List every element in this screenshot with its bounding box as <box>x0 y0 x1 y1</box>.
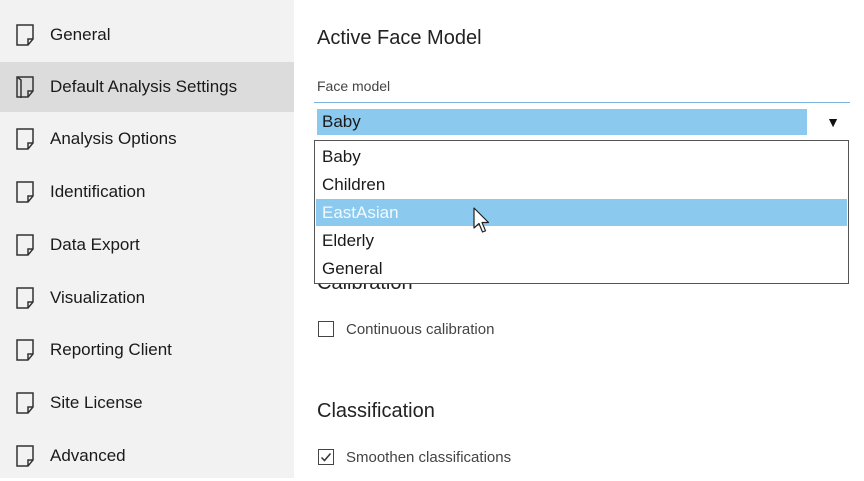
sidebar-item-identification[interactable]: Identification <box>0 167 294 217</box>
sidebar-item-label: Site License <box>50 393 143 412</box>
face-model-select[interactable]: Baby ▼ <box>314 102 850 138</box>
sidebar-item-label: Analysis Options <box>50 129 177 148</box>
classification-section-title: Classification <box>317 400 435 422</box>
continuous-calibration-label: Continuous calibration <box>346 320 495 338</box>
dropdown-option-elderly[interactable]: Elderly <box>316 227 847 254</box>
smoothen-classifications-label: Smoothen classifications <box>346 448 512 466</box>
sidebar: General Default Analysis Settings Analys… <box>0 0 294 478</box>
checkmark-icon <box>320 453 332 462</box>
continuous-calibration-checkbox-row[interactable]: Continuous calibration <box>318 318 494 340</box>
dropdown-option-baby[interactable]: Baby <box>316 143 847 170</box>
sidebar-item-label: Visualization <box>50 288 146 307</box>
sidebar-item-label: Data Export <box>50 235 140 254</box>
document-icon <box>14 23 36 47</box>
continuous-calibration-checkbox[interactable] <box>318 321 334 337</box>
sidebar-item-reporting-client[interactable]: Reporting Client <box>0 325 294 375</box>
document-icon <box>14 286 36 310</box>
dropdown-option-general[interactable]: General <box>316 255 847 282</box>
sidebar-item-data-export[interactable]: Data Export <box>0 220 294 270</box>
sidebar-item-analysis-options[interactable]: Analysis Options <box>0 114 294 164</box>
document-icon <box>14 233 36 257</box>
sidebar-item-visualization[interactable]: Visualization <box>0 273 294 323</box>
smoothen-classifications-checkbox[interactable] <box>318 449 334 465</box>
settings-panel: Active Face Model Face model Calibration… <box>294 0 864 478</box>
dropdown-option-eastasian[interactable]: EastAsian <box>316 199 847 226</box>
face-model-selected-value: Baby <box>317 109 807 135</box>
sidebar-item-label: Reporting Client <box>50 340 172 359</box>
document-icon <box>14 391 36 415</box>
face-model-section-title: Active Face Model <box>317 27 482 49</box>
document-icon <box>14 127 36 151</box>
sidebar-item-advanced[interactable]: Advanced <box>0 431 294 481</box>
chevron-down-icon[interactable]: ▼ <box>818 107 848 137</box>
smoothen-classifications-checkbox-row[interactable]: Smoothen classifications <box>318 446 511 468</box>
sidebar-item-default-analysis-settings[interactable]: Default Analysis Settings <box>0 62 294 112</box>
sidebar-item-label: General <box>50 25 111 44</box>
document-icon <box>14 444 36 468</box>
sidebar-item-label: Identification <box>50 182 146 201</box>
sidebar-item-label: Default Analysis Settings <box>50 77 238 96</box>
dropdown-option-children[interactable]: Children <box>316 171 847 198</box>
document-icon <box>14 180 36 204</box>
sidebar-item-site-license[interactable]: Site License <box>0 378 294 428</box>
sidebar-item-label: Advanced <box>50 446 126 465</box>
document-icon <box>14 338 36 362</box>
sidebar-item-general[interactable]: General <box>0 10 294 60</box>
face-model-field-label: Face model <box>317 78 391 94</box>
face-model-dropdown-list: Baby Children EastAsian Elderly General <box>314 140 849 284</box>
mouse-pointer-icon <box>473 207 491 240</box>
open-document-icon <box>14 75 36 99</box>
